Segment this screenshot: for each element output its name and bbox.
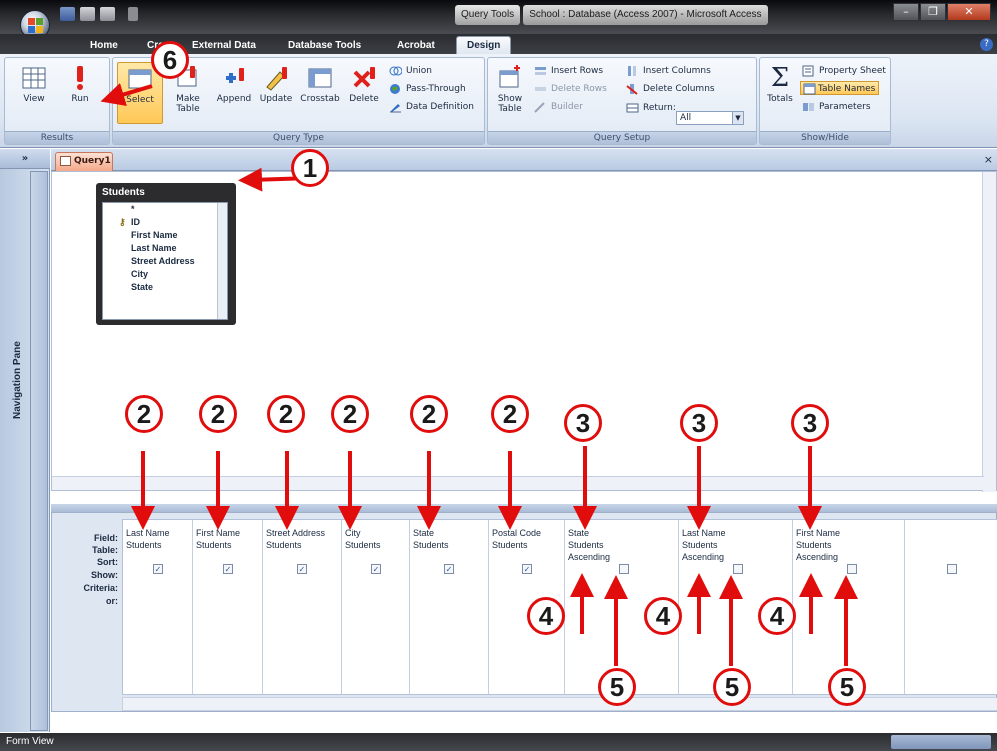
callout-2: 2 [125, 395, 163, 433]
callout-2: 2 [199, 395, 237, 433]
callout-2: 2 [410, 395, 448, 433]
callout-5: 5 [828, 668, 866, 706]
callout-6: 6 [151, 41, 189, 79]
callout-4: 4 [527, 597, 565, 635]
callout-1: 1 [291, 149, 329, 187]
callout-2: 2 [491, 395, 529, 433]
callout-5: 5 [713, 668, 751, 706]
callout-3: 3 [680, 404, 718, 442]
callout-arrows [100, 83, 858, 666]
callout-4: 4 [644, 597, 682, 635]
callout-2: 2 [331, 395, 369, 433]
callout-2: 2 [267, 395, 305, 433]
callout-3: 3 [791, 404, 829, 442]
callout-3: 3 [564, 404, 602, 442]
callout-4: 4 [758, 597, 796, 635]
arrow-6 [100, 83, 153, 107]
callout-5: 5 [598, 668, 636, 706]
